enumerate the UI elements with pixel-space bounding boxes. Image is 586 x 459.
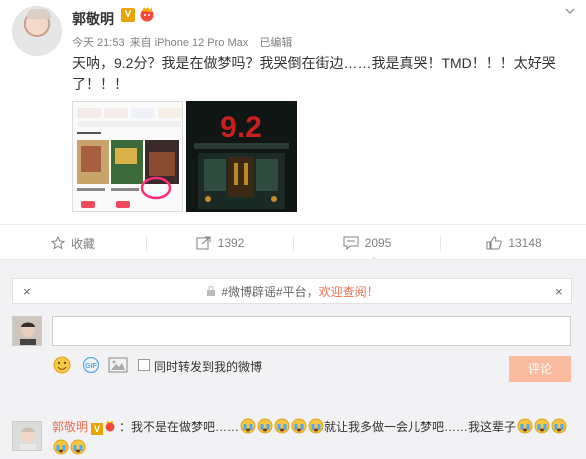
comment-section: × #微博辟谣#平台， 欢迎查阅！ × GIF 同时转发到我的微博 评论 郭敬明…	[0, 260, 586, 459]
crying-face-emoji	[551, 418, 567, 434]
emoji-icon[interactable]	[53, 356, 71, 374]
comment-icon	[343, 236, 359, 250]
movie-poster-image: 9.2	[186, 101, 297, 212]
post-text: 天呐，9.2分？我是在做梦吗？我哭倒在街边……我是真哭！TMD！！！太好哭了！！…	[72, 55, 556, 92]
crying-face-emoji	[257, 418, 273, 434]
current-user-avatar[interactable]	[12, 316, 42, 346]
comment-item: 郭敬明 V ：我不是在做梦吧…… 就让我多做一会儿梦吧……我这辈子	[52, 417, 572, 459]
crying-face-emoji	[308, 418, 324, 434]
close-icon[interactable]: ×	[23, 284, 31, 299]
forward-button[interactable]: 1392	[147, 225, 293, 261]
user-avatar-image	[13, 317, 41, 345]
rumor-notice: × #微博辟谣#平台， 欢迎查阅！ ×	[12, 278, 572, 304]
like-button[interactable]: 13148	[441, 225, 586, 261]
crying-face-emoji	[291, 418, 307, 434]
submit-comment-button[interactable]: 评论	[509, 356, 571, 382]
author-avatar[interactable]	[12, 6, 62, 56]
vip-icon	[105, 420, 115, 432]
verified-icon[interactable]: V	[121, 8, 135, 22]
comment-input[interactable]	[52, 316, 571, 346]
commenter-avatar-image	[13, 422, 41, 450]
crying-face-emoji	[70, 439, 85, 455]
svg-text:GIF: GIF	[85, 363, 97, 370]
crying-face-emoji	[534, 418, 550, 434]
edited-label[interactable]: 已编辑	[259, 37, 292, 49]
forward-count: 1392	[217, 236, 245, 250]
lock-icon	[207, 286, 216, 296]
weibo-post: 郭敬明 V 今天 21:53 来自 iPhone 12 Pro Max 已编辑 …	[0, 0, 586, 224]
close-icon[interactable]: ×	[555, 284, 563, 299]
comment-separator: ：	[119, 420, 132, 434]
verified-icon: V	[91, 423, 104, 435]
notice-tag[interactable]: #微博辟谣#平台，	[221, 283, 318, 300]
commenter-name[interactable]: 郭敬明	[52, 420, 88, 434]
poster-score: 9.2	[220, 111, 262, 144]
favorite-button[interactable]: 收藏	[0, 225, 146, 261]
comment-count: 2095	[364, 236, 392, 250]
image-icon[interactable]	[108, 357, 128, 373]
star-icon	[50, 236, 65, 250]
notice-link[interactable]: 欢迎查阅！	[319, 283, 379, 300]
comment-text-1: 我不是在做梦吧……	[131, 420, 240, 434]
post-image-1[interactable]	[72, 101, 183, 212]
crying-face-emoji	[240, 418, 256, 434]
favorite-label: 收藏	[70, 236, 95, 251]
crying-face-emoji	[517, 418, 533, 434]
vip-icon[interactable]	[138, 6, 156, 22]
gif-icon[interactable]: GIF	[81, 357, 101, 373]
forward-checkbox[interactable]	[138, 359, 150, 371]
post-image-2[interactable]: 9.2	[186, 101, 297, 212]
crying-face-emoji	[53, 439, 68, 455]
app-screenshot-thumbnail	[73, 102, 182, 211]
like-count: 13148	[508, 236, 542, 250]
post-meta: 今天 21:53 来自 iPhone 12 Pro Max 已编辑	[72, 34, 294, 50]
forward-icon	[196, 236, 211, 250]
post-action-bar: 收藏 1392 2095 13148	[0, 224, 586, 262]
chevron-down-icon[interactable]	[563, 4, 577, 18]
post-source: 来自 iPhone 12 Pro Max	[129, 37, 249, 49]
author-name[interactable]: 郭敬明	[72, 9, 114, 29]
crying-face-emoji	[274, 418, 290, 434]
forward-checkbox-label[interactable]: 同时转发到我的微博	[154, 358, 262, 375]
thumbs-up-icon	[486, 236, 503, 250]
comment-button[interactable]: 2095	[294, 225, 440, 261]
post-time[interactable]: 今天 21:53	[72, 37, 125, 49]
comment-text-2: 就让我多做一会儿梦吧……我这辈子	[324, 420, 517, 434]
commenter-avatar[interactable]	[12, 421, 42, 451]
